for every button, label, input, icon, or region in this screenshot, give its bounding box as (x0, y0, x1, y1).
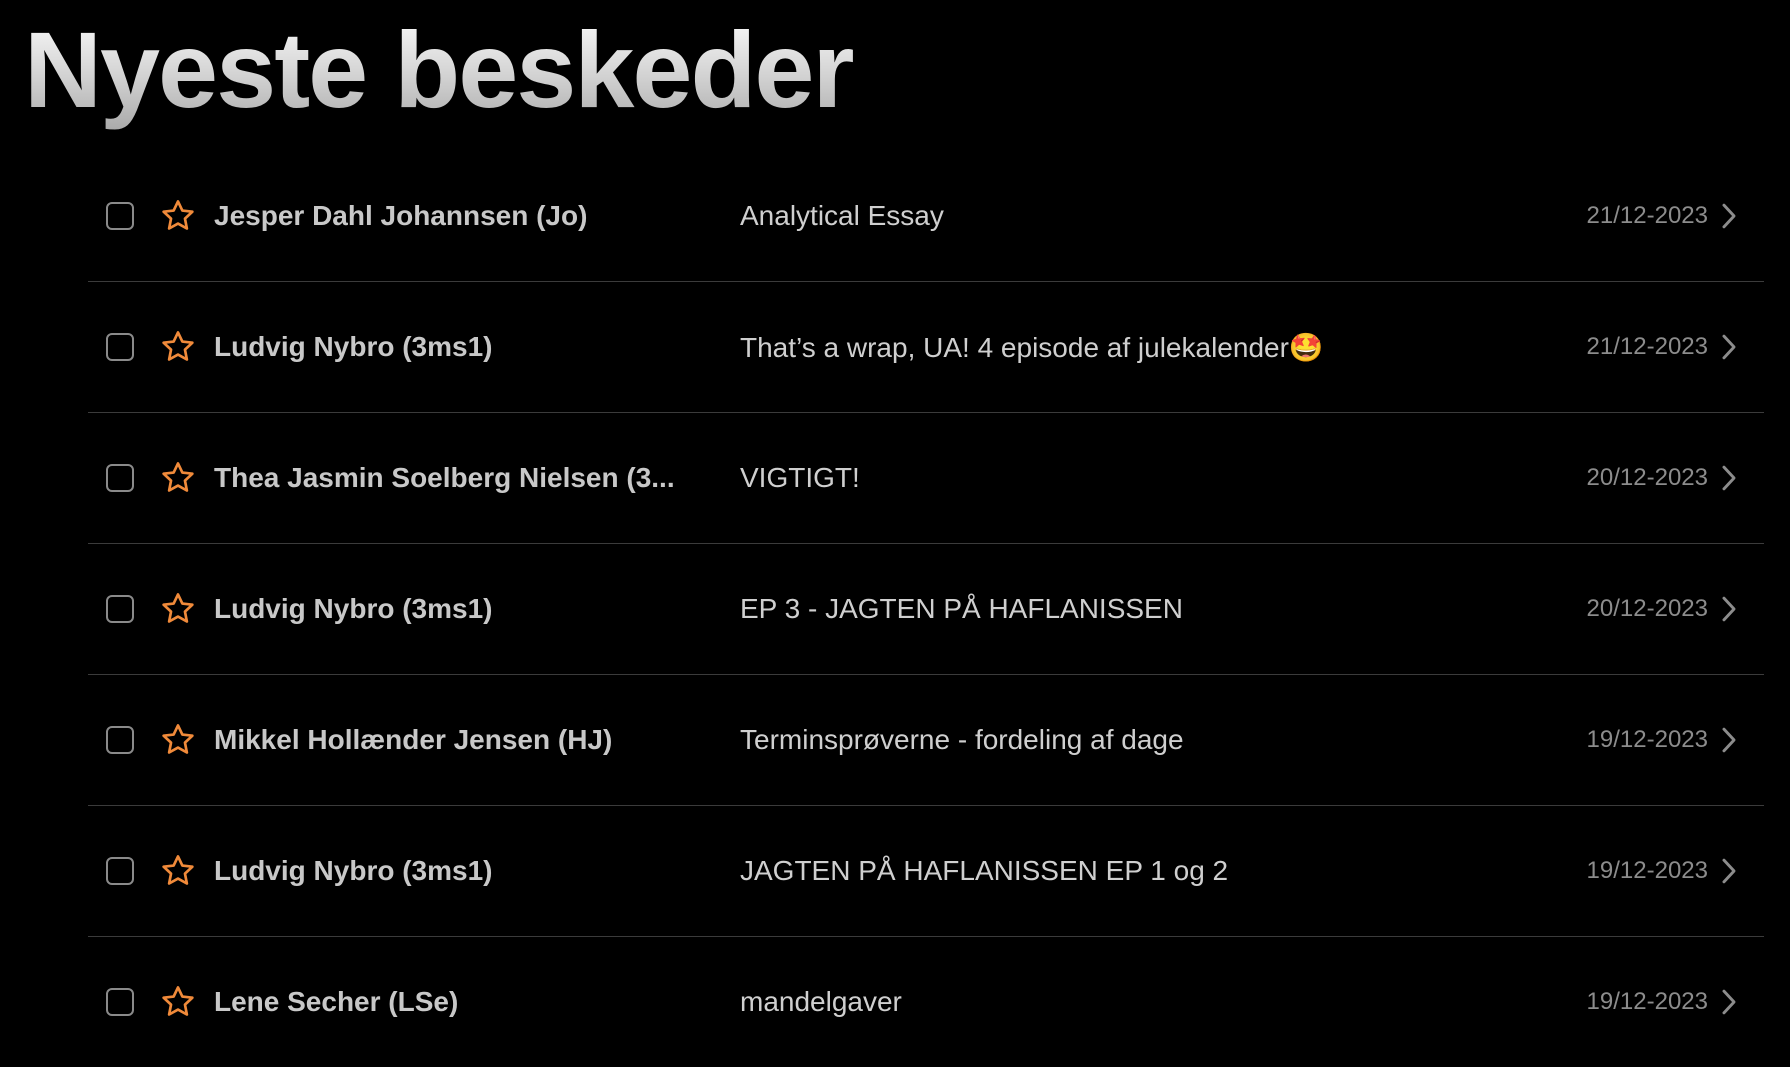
chevron-right-icon[interactable] (1720, 333, 1738, 361)
select-checkbox[interactable] (106, 202, 134, 230)
message-date: 19/12-2023 (1586, 857, 1708, 884)
message-date: 19/12-2023 (1586, 726, 1708, 753)
message-row[interactable]: Ludvig Nybro (3ms1) EP 3 - JAGTEN PÅ HAF… (88, 544, 1764, 675)
message-date: 21/12-2023 (1586, 202, 1708, 229)
chevron-right-icon[interactable] (1720, 464, 1738, 492)
select-checkbox[interactable] (106, 333, 134, 361)
sender-name: Ludvig Nybro (3ms1) (214, 593, 493, 624)
star-icon[interactable] (158, 196, 198, 236)
select-checkbox[interactable] (106, 595, 134, 623)
select-checkbox[interactable] (106, 464, 134, 492)
message-row[interactable]: Ludvig Nybro (3ms1) JAGTEN PÅ HAFLANISSE… (88, 806, 1764, 937)
select-checkbox[interactable] (106, 988, 134, 1016)
message-subject: JAGTEN PÅ HAFLANISSEN EP 1 og 2 (740, 855, 1229, 886)
message-subject: That’s a wrap, UA! 4 episode af julekale… (740, 331, 1324, 363)
message-row[interactable]: Mikkel Hollænder Jensen (HJ) Terminsprøv… (88, 675, 1764, 806)
page-title: Nyeste beskeder (24, 8, 855, 132)
sender-name: Mikkel Hollænder Jensen (HJ) (214, 724, 613, 755)
message-row[interactable]: Lene Secher (LSe) mandelgaver 19/12-2023 (88, 937, 1764, 1067)
star-icon[interactable] (158, 982, 198, 1022)
message-row[interactable]: Thea Jasmin Soelberg Nielsen (3... VIGTI… (88, 413, 1764, 544)
chevron-right-icon[interactable] (1720, 988, 1738, 1016)
message-subject: Analytical Essay (740, 200, 944, 231)
sender-name: Jesper Dahl Johannsen (Jo) (214, 200, 588, 231)
star-icon[interactable] (158, 458, 198, 498)
sender-name: Ludvig Nybro (3ms1) (214, 331, 493, 362)
message-subject: EP 3 - JAGTEN PÅ HAFLANISSEN (740, 593, 1183, 624)
message-subject: VIGTIGT! (740, 462, 860, 493)
message-date: 21/12-2023 (1586, 333, 1708, 360)
chevron-right-icon[interactable] (1720, 726, 1738, 754)
chevron-right-icon[interactable] (1720, 857, 1738, 885)
message-subject: mandelgaver (740, 986, 902, 1017)
select-checkbox[interactable] (106, 726, 134, 754)
message-date: 19/12-2023 (1586, 988, 1708, 1015)
chevron-right-icon[interactable] (1720, 595, 1738, 623)
star-icon[interactable] (158, 327, 198, 367)
message-date: 20/12-2023 (1586, 464, 1708, 491)
message-list: Jesper Dahl Johannsen (Jo) Analytical Es… (88, 151, 1764, 1067)
chevron-right-icon[interactable] (1720, 202, 1738, 230)
star-icon[interactable] (158, 720, 198, 760)
sender-name: Ludvig Nybro (3ms1) (214, 855, 493, 886)
select-checkbox[interactable] (106, 857, 134, 885)
message-date: 20/12-2023 (1586, 595, 1708, 622)
message-row[interactable]: Ludvig Nybro (3ms1) That’s a wrap, UA! 4… (88, 282, 1764, 413)
message-row[interactable]: Jesper Dahl Johannsen (Jo) Analytical Es… (88, 151, 1764, 282)
star-icon[interactable] (158, 851, 198, 891)
star-icon[interactable] (158, 589, 198, 629)
message-subject: Terminsprøverne - fordeling af dage (740, 724, 1184, 755)
sender-name: Lene Secher (LSe) (214, 986, 459, 1017)
sender-name: Thea Jasmin Soelberg Nielsen (3... (214, 462, 675, 493)
